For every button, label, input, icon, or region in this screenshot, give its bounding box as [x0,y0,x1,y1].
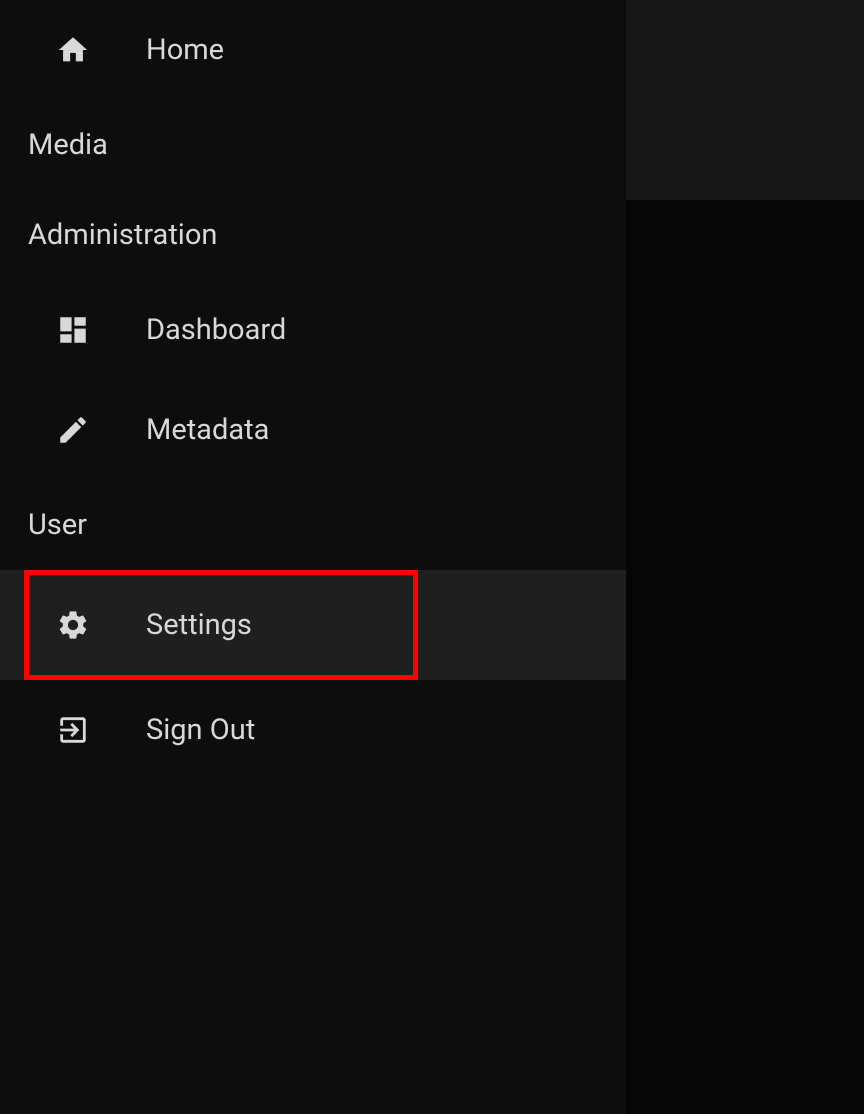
nav-item-dashboard[interactable]: Dashboard [0,280,626,380]
nav-item-metadata[interactable]: Metadata [0,380,626,480]
section-header-media: Media [0,100,626,190]
nav-item-label: Home [146,33,224,67]
nav-item-home[interactable]: Home [0,0,626,100]
nav-item-label: Settings [146,608,252,642]
nav-item-signout[interactable]: Sign Out [0,680,626,780]
nav-item-label: Dashboard [146,313,286,347]
dashboard-icon [56,313,90,347]
sidebar: Home Media Administration Dashboard Meta… [0,0,626,1114]
content-panel-header [626,0,864,200]
nav-item-label: Metadata [146,413,269,447]
pencil-icon [56,413,90,447]
content-panel [626,0,864,1114]
section-header-user: User [0,480,626,570]
nav-item-label: Sign Out [146,713,255,747]
exit-icon [56,713,90,747]
nav-item-settings[interactable]: Settings [24,570,418,680]
gear-icon [56,608,90,642]
home-icon [56,33,90,67]
section-header-administration: Administration [0,190,626,280]
